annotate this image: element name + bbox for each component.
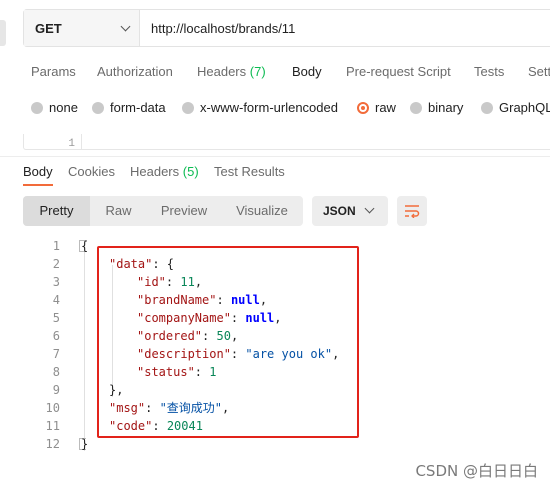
tab-headers-label: Headers	[197, 64, 247, 79]
line-number: 5	[52, 311, 60, 325]
chevron-down-icon	[120, 21, 131, 31]
line-number: 10	[45, 401, 60, 415]
watermark: CSDN @白日日白	[415, 462, 538, 480]
radio-label: binary	[428, 100, 464, 115]
body-type-radios: none form-data x-www-form-urlencoded raw…	[31, 100, 550, 118]
line-number: 3	[52, 275, 60, 289]
code-token: {	[81, 239, 89, 253]
radio-binary[interactable]: binary	[410, 100, 463, 115]
tab-cookies[interactable]: Cookies	[68, 164, 115, 179]
request-url-bar: GET http://localhost/brands/11	[23, 9, 550, 47]
view-preview-button[interactable]: Preview	[147, 196, 221, 226]
method-select[interactable]: GET	[24, 10, 140, 46]
radio-label: raw	[375, 100, 396, 115]
radio-label: none	[49, 100, 78, 115]
radio-dot-icon	[410, 101, 422, 114]
radio-label: GraphQL	[499, 100, 550, 115]
tab-headers[interactable]: Headers (7)	[197, 64, 266, 79]
radio-dot-icon	[92, 101, 104, 114]
tab-body[interactable]: Body	[292, 64, 322, 79]
request-body-editor[interactable]: 1	[23, 134, 550, 150]
line-number: 12	[45, 437, 60, 451]
editor-line-number: 1	[68, 138, 75, 150]
line-number: 7	[52, 347, 60, 361]
highlight-annotation-box	[97, 246, 359, 438]
tab-authorization[interactable]: Authorization	[97, 64, 173, 79]
request-tabs: Params Authorization Headers (7) Body Pr…	[31, 62, 550, 84]
url-input[interactable]: http://localhost/brands/11	[140, 10, 550, 46]
wrap-lines-icon	[405, 205, 420, 218]
url-text: http://localhost/brands/11	[151, 20, 296, 36]
tab-params[interactable]: Params	[31, 64, 76, 79]
radio-raw[interactable]: raw	[357, 100, 396, 115]
sidebar-edge-handle[interactable]	[0, 20, 6, 46]
radio-label: x-www-form-urlencoded	[200, 100, 338, 115]
response-headers-count: (5)	[182, 164, 199, 179]
format-select[interactable]: JSON	[312, 196, 388, 226]
tab-response-body[interactable]: Body	[23, 164, 53, 186]
tab-test-results[interactable]: Test Results	[214, 164, 285, 179]
wrap-lines-button[interactable]	[397, 196, 427, 226]
line-number: 1	[52, 239, 60, 253]
view-visualize-button[interactable]: Visualize	[221, 196, 303, 226]
tab-tests[interactable]: Tests	[474, 64, 504, 79]
code-content: }	[81, 435, 88, 453]
line-number: 4	[52, 293, 60, 307]
response-tabs: Body Cookies Headers (5) Test Results	[23, 164, 550, 188]
view-pretty-button[interactable]: Pretty	[23, 196, 90, 226]
radio-label: form-data	[110, 100, 166, 115]
radio-dot-icon	[481, 101, 493, 114]
radio-none[interactable]: none	[31, 100, 78, 115]
radio-selected-icon	[357, 101, 369, 114]
tab-pre-request-script[interactable]: Pre-request Script	[346, 64, 451, 79]
tab-response-headers-label: Headers	[130, 164, 180, 179]
method-label: GET	[35, 20, 62, 36]
line-number: 2	[52, 257, 60, 271]
chevron-down-icon	[364, 203, 375, 214]
view-raw-button[interactable]: Raw	[90, 196, 147, 226]
line-number: 11	[45, 419, 60, 433]
line-number: 8	[52, 365, 60, 379]
radio-graphql[interactable]: GraphQL	[481, 100, 550, 115]
radio-dot-icon	[31, 101, 43, 114]
editor-gutter: 1	[24, 134, 82, 149]
radio-form-data[interactable]: form-data	[92, 100, 166, 115]
radio-dot-icon	[182, 101, 194, 114]
code-content: {	[81, 237, 88, 255]
line-number: 6	[52, 329, 60, 343]
radio-x-www-form-urlencoded[interactable]: x-www-form-urlencoded	[182, 100, 338, 115]
tab-settings[interactable]: Setti	[528, 64, 550, 79]
tab-response-headers[interactable]: Headers (5)	[130, 164, 199, 179]
pane-divider[interactable]	[0, 156, 550, 157]
format-label: JSON	[323, 204, 356, 218]
view-mode-segmented: Pretty Raw Preview Visualize	[23, 196, 303, 226]
headers-count: (7)	[249, 64, 266, 79]
code-token: }	[81, 437, 89, 451]
line-number: 9	[52, 383, 60, 397]
